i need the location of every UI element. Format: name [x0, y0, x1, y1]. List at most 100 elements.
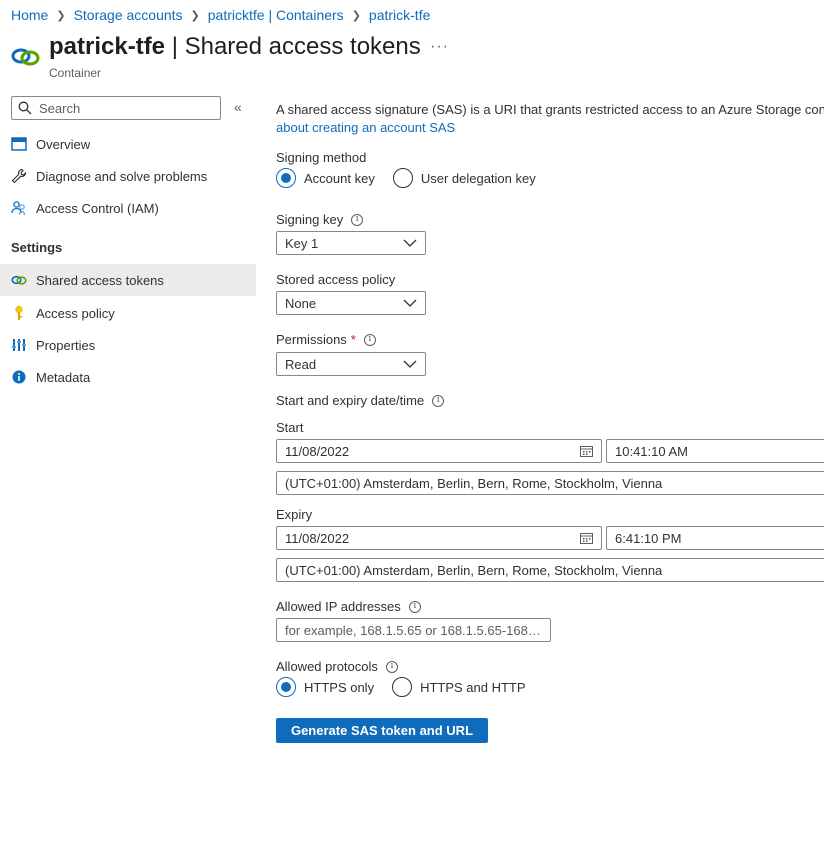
chevron-right-icon: ❯ — [56, 9, 66, 22]
radio-label: HTTPS and HTTP — [420, 679, 526, 695]
chevron-down-icon — [403, 299, 417, 307]
properties-bars-icon — [11, 337, 27, 353]
start-time-input[interactable]: 10:41:10 AM — [606, 439, 824, 463]
signing-method-label: Signing method — [276, 150, 367, 165]
allowed-protocols-label: Allowed protocols i — [276, 659, 398, 674]
radio-checked-icon — [276, 168, 296, 188]
start-date-picker[interactable]: 11/08/2022 — [276, 439, 602, 463]
settings-heading: Settings — [11, 240, 63, 255]
breadcrumb-storage-accounts[interactable]: Storage accounts — [74, 7, 183, 23]
info-icon[interactable]: i — [351, 213, 364, 226]
sidebar-item-label: Metadata — [36, 369, 91, 385]
date-value: 11/08/2022 — [285, 530, 350, 546]
radio-label: HTTPS only — [304, 679, 375, 695]
expiry-date-picker[interactable]: 11/08/2022 — [276, 526, 602, 550]
time-value: 10:41:10 AM — [615, 443, 688, 459]
breadcrumb: Home ❯ Storage accounts ❯ patricktfe | C… — [11, 7, 430, 23]
chevron-right-icon: ❯ — [190, 9, 200, 22]
info-icon — [11, 369, 27, 385]
calendar-icon[interactable] — [580, 445, 593, 457]
sidebar-item-overview[interactable]: Overview — [0, 128, 256, 160]
permissions-label: Permissions * i — [276, 332, 376, 347]
info-icon[interactable]: i — [385, 660, 398, 673]
wrench-icon — [11, 168, 27, 184]
signing-key-label: Signing key i — [276, 212, 364, 227]
info-icon[interactable]: i — [363, 333, 376, 346]
time-value: 6:41:10 PM — [615, 530, 682, 546]
start-timezone-dropdown[interactable]: (UTC+01:00) Amsterdam, Berlin, Bern, Rom… — [276, 471, 824, 495]
breadcrumb-container[interactable]: patrick-tfe — [369, 7, 430, 23]
radio-unchecked-icon — [392, 677, 413, 697]
sidebar-item-iam[interactable]: Access Control (IAM) — [0, 192, 256, 224]
chevron-down-icon — [403, 239, 417, 247]
sidebar-item-metadata[interactable]: Metadata — [0, 361, 256, 393]
radio-user-delegation-key[interactable]: User delegation key — [392, 168, 536, 188]
allowed-ip-input[interactable]: for example, 168.1.5.65 or 168.1.5.65-16… — [276, 618, 551, 642]
sidebar-item-diagnose[interactable]: Diagnose and solve problems — [0, 160, 256, 192]
info-icon[interactable]: i — [408, 600, 421, 613]
label-text: Permissions — [276, 332, 347, 347]
label-text: Signing key — [276, 212, 344, 227]
description-text: A shared access signature (SAS) is a URI… — [276, 102, 824, 117]
timezone-value: (UTC+01:00) Amsterdam, Berlin, Bern, Rom… — [285, 475, 663, 491]
radio-label: User delegation key — [420, 170, 536, 186]
selected-value: Read — [285, 356, 317, 372]
sidebar-item-label: Access Control (IAM) — [36, 200, 159, 216]
people-icon — [11, 200, 27, 216]
selected-value: None — [285, 295, 317, 311]
breadcrumb-containers[interactable]: patricktfe | Containers — [208, 7, 344, 23]
radio-account-key[interactable]: Account key — [276, 168, 375, 188]
sidebar-item-label: Overview — [36, 136, 91, 152]
chevron-right-icon: ❯ — [351, 9, 361, 22]
radio-unchecked-icon — [392, 168, 413, 188]
label-text: Allowed protocols — [276, 659, 378, 674]
breadcrumb-home[interactable]: Home — [11, 7, 48, 23]
sidebar-item-label: Shared access tokens — [36, 272, 164, 288]
selected-value: Key 1 — [285, 235, 319, 251]
info-icon[interactable]: i — [432, 394, 445, 407]
allowed-protocols-radio-group: HTTPS only HTTPS and HTTP — [276, 677, 544, 697]
chevron-down-icon — [403, 360, 417, 368]
resource-type: Container — [49, 66, 102, 80]
sidebar-item-properties[interactable]: Properties — [0, 329, 256, 361]
key-icon — [11, 305, 27, 321]
chain-link-icon — [11, 48, 40, 66]
collapse-sidebar-button[interactable]: « — [234, 99, 242, 115]
overview-icon — [11, 136, 27, 152]
radio-checked-icon — [276, 677, 296, 697]
placeholder-text: for example, 168.1.5.65 or 168.1.5.65-16… — [285, 622, 542, 638]
start-label: Start — [276, 420, 304, 435]
timezone-value: (UTC+01:00) Amsterdam, Berlin, Bern, Rom… — [285, 562, 663, 578]
sidebar-item-shared-access-tokens[interactable]: Shared access tokens — [0, 264, 256, 296]
page-title: patrick-tfe | Shared access tokens — [49, 33, 421, 61]
stored-access-policy-label: Stored access policy — [276, 272, 396, 287]
search-input[interactable] — [37, 99, 207, 117]
signing-method-radio-group: Account key User delegation key — [276, 168, 554, 188]
resource-name: patrick-tfe — [49, 33, 166, 60]
expiry-label: Expiry — [276, 507, 313, 522]
chain-link-icon — [11, 272, 27, 288]
stored-access-policy-dropdown[interactable]: None — [276, 291, 426, 315]
permissions-dropdown[interactable]: Read — [276, 352, 426, 376]
learn-more-link[interactable]: about creating an account SAS — [276, 119, 824, 137]
more-options-button[interactable]: ··· — [430, 38, 449, 56]
sidebar-item-label: Diagnose and solve problems — [36, 168, 208, 184]
page-name: | Shared access tokens — [171, 33, 421, 60]
radio-label: Account key — [304, 170, 375, 186]
generate-sas-button[interactable]: Generate SAS token and URL — [276, 718, 488, 743]
sidebar-item-access-policy[interactable]: Access policy — [0, 297, 256, 329]
sidebar-search[interactable] — [11, 96, 221, 120]
sas-description: A shared access signature (SAS) is a URI… — [276, 101, 824, 137]
expiry-timezone-dropdown[interactable]: (UTC+01:00) Amsterdam, Berlin, Bern, Rom… — [276, 558, 824, 582]
required-asterisk: * — [350, 332, 356, 347]
date-value: 11/08/2022 — [285, 443, 350, 459]
expiry-time-input[interactable]: 6:41:10 PM — [606, 526, 824, 550]
signing-key-dropdown[interactable]: Key 1 — [276, 231, 426, 255]
sidebar-item-label: Properties — [36, 337, 96, 353]
calendar-icon[interactable] — [580, 532, 593, 544]
radio-https-only[interactable]: HTTPS only — [276, 677, 374, 697]
sidebar-item-label: Access policy — [36, 305, 115, 321]
start-expiry-label: Start and expiry date/time i — [276, 393, 445, 408]
radio-https-and-http[interactable]: HTTPS and HTTP — [392, 677, 526, 697]
allowed-ip-label: Allowed IP addresses i — [276, 599, 421, 614]
